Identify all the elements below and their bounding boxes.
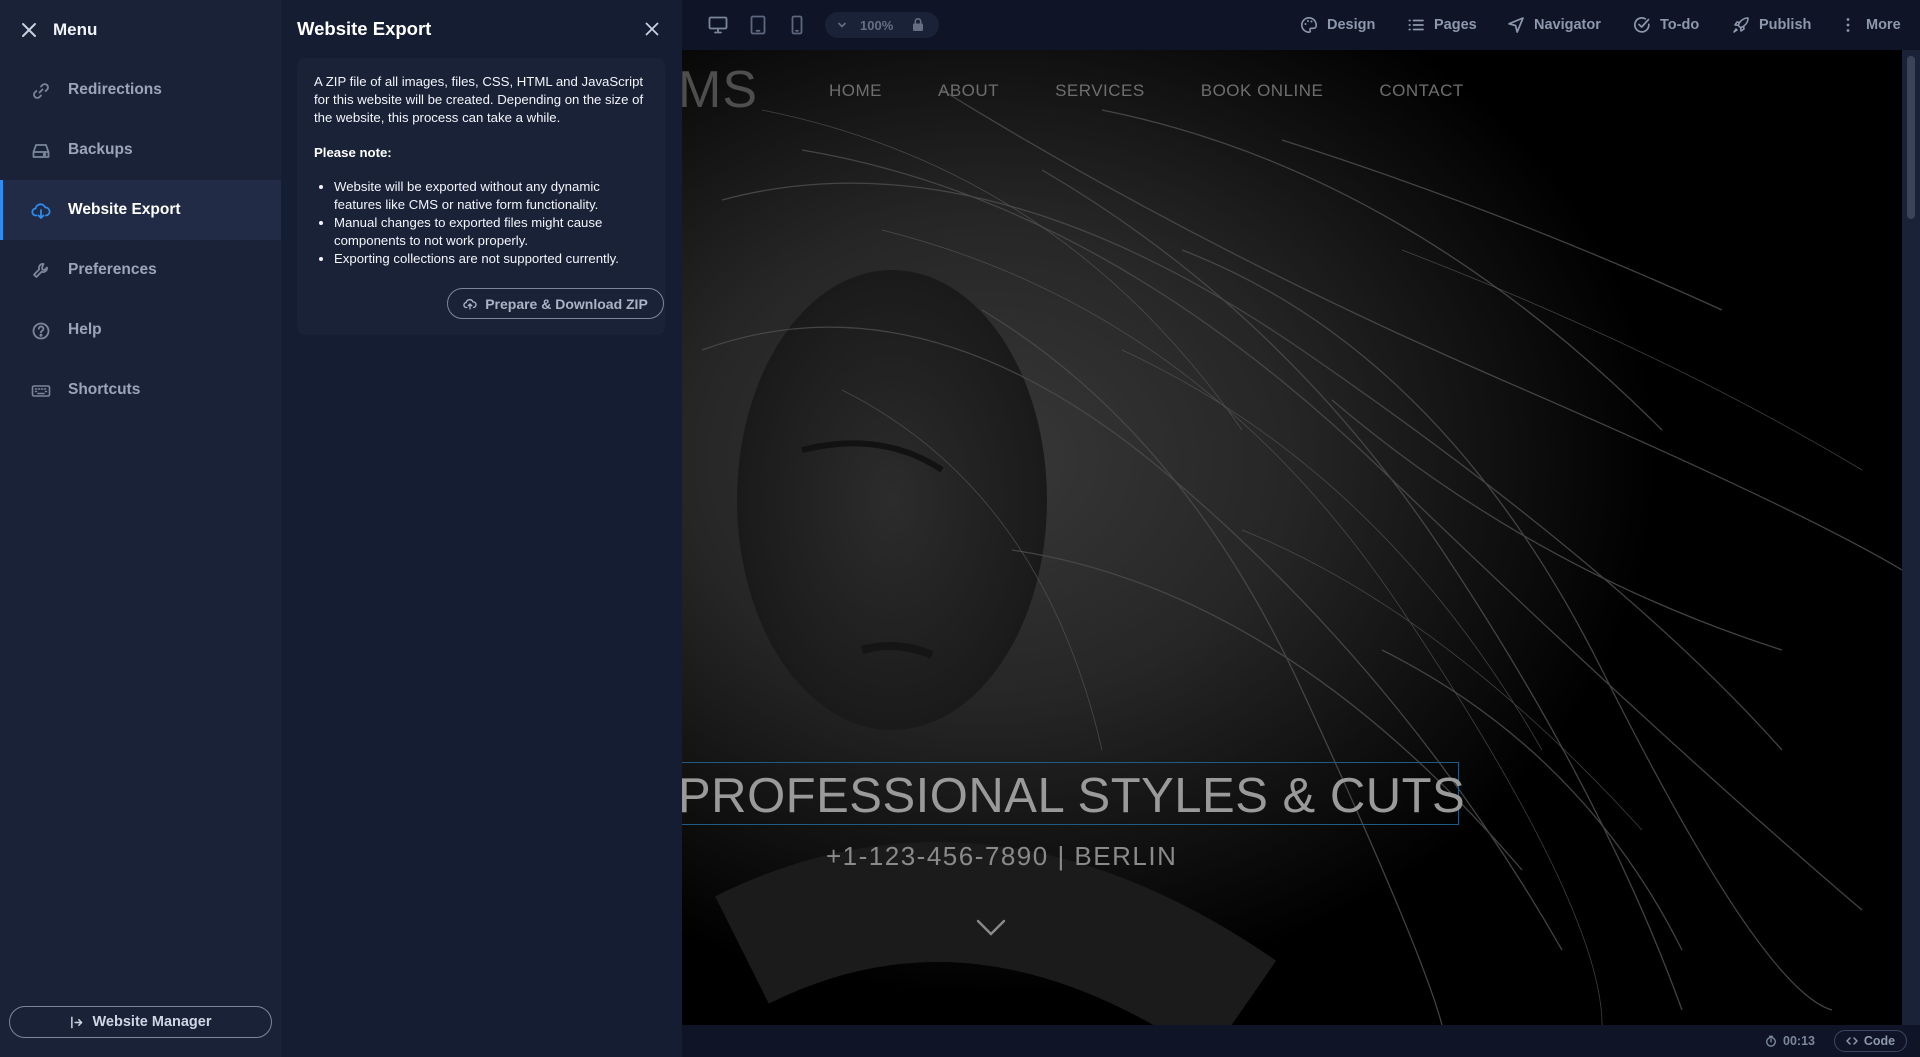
menu-item-label: Help bbox=[68, 321, 102, 338]
pages-label: Pages bbox=[1434, 17, 1477, 33]
chevron-down-icon bbox=[838, 22, 846, 28]
navigator-label: Navigator bbox=[1534, 17, 1601, 33]
notes-list: Website will be exported without any dyn… bbox=[314, 178, 648, 268]
todo-label: To-do bbox=[1660, 17, 1700, 33]
menu-item-website-export[interactable]: Website Export bbox=[0, 180, 281, 240]
list-item: Manual changes to exported files might c… bbox=[334, 214, 648, 250]
code-icon bbox=[1846, 1037, 1858, 1045]
todo-button[interactable]: To-do bbox=[1633, 0, 1699, 50]
website-canvas[interactable]: MS HOME ABOUT SERVICES BOOK ONLINE CONTA… bbox=[682, 50, 1902, 1025]
hero-title[interactable]: PROFESSIONAL STYLES & CUTS bbox=[682, 768, 1465, 824]
menu-item-backups[interactable]: Backups bbox=[0, 120, 281, 180]
cloud-upload-icon bbox=[463, 298, 477, 310]
canvas-scrollbar[interactable] bbox=[1902, 50, 1920, 1025]
more-button[interactable]: More bbox=[1839, 0, 1901, 50]
pages-button[interactable]: Pages bbox=[1407, 0, 1477, 50]
site-nav-services[interactable]: SERVICES bbox=[1055, 81, 1145, 101]
menu-item-label: Website Export bbox=[68, 201, 181, 218]
list-item: Exporting collections are not supported … bbox=[334, 250, 648, 268]
close-icon[interactable] bbox=[20, 21, 38, 39]
timer-icon bbox=[1765, 1035, 1777, 1047]
site-nav-home[interactable]: HOME bbox=[829, 81, 882, 101]
publish-label: Publish bbox=[1759, 17, 1812, 33]
design-button[interactable]: Design bbox=[1300, 0, 1375, 50]
more-vertical-icon bbox=[1846, 18, 1850, 32]
palette-icon bbox=[1301, 16, 1318, 34]
website-manager-label: Website Manager bbox=[92, 1014, 212, 1030]
menu-title: Menu bbox=[53, 20, 98, 39]
hero-background-image bbox=[682, 50, 1902, 1025]
website-manager-button[interactable]: Website Manager bbox=[9, 1006, 272, 1038]
list-item: Website will be exported without any dyn… bbox=[334, 178, 648, 214]
menu-list: Redirections Backups Website Export Pref… bbox=[0, 60, 281, 420]
zoom-level: 100% bbox=[860, 18, 894, 33]
menu-item-label: Backups bbox=[68, 141, 133, 158]
session-timer: 00:13 bbox=[1765, 1034, 1815, 1048]
hero-subtitle[interactable]: +1-123-456-7890 | BERLIN bbox=[826, 841, 1177, 872]
note-heading: Please note: bbox=[314, 145, 392, 160]
mobile-icon[interactable] bbox=[786, 14, 808, 36]
desktop-icon[interactable] bbox=[707, 14, 729, 36]
panel-title: Website Export bbox=[297, 18, 432, 39]
timer-value: 00:13 bbox=[1783, 1034, 1815, 1048]
lock-icon[interactable] bbox=[911, 17, 925, 32]
export-description: A ZIP file of all images, files, CSS, HT… bbox=[314, 74, 644, 125]
site-nav-book-online[interactable]: BOOK ONLINE bbox=[1201, 81, 1324, 101]
cloud-download-icon bbox=[31, 203, 51, 219]
menu-item-help[interactable]: Help bbox=[0, 300, 281, 360]
menu-item-preferences[interactable]: Preferences bbox=[0, 240, 281, 300]
code-label: Code bbox=[1863, 1034, 1896, 1048]
editor-toolbar: 100% Design Pages Navigator To-do Publis… bbox=[682, 0, 1920, 50]
site-nav-contact[interactable]: CONTACT bbox=[1379, 81, 1463, 101]
menu-header: Menu bbox=[0, 0, 281, 61]
site-navigation: HOME ABOUT SERVICES BOOK ONLINE CONTACT bbox=[829, 81, 1464, 101]
menu-item-redirections[interactable]: Redirections bbox=[0, 60, 281, 120]
check-circle-icon bbox=[1633, 17, 1650, 33]
design-label: Design bbox=[1327, 17, 1376, 33]
menu-item-shortcuts[interactable]: Shortcuts bbox=[0, 360, 281, 420]
navigation-arrow-icon bbox=[1508, 17, 1524, 33]
more-label: More bbox=[1866, 17, 1901, 33]
scrollbar-thumb[interactable] bbox=[1907, 56, 1915, 219]
drive-icon bbox=[32, 144, 50, 158]
navigator-button[interactable]: Navigator bbox=[1507, 0, 1601, 50]
chevron-down-icon[interactable] bbox=[975, 918, 1007, 938]
wrench-icon bbox=[33, 263, 48, 278]
link-icon bbox=[33, 83, 49, 99]
close-icon[interactable] bbox=[644, 21, 660, 37]
list-icon bbox=[1408, 19, 1424, 31]
menu-item-label: Shortcuts bbox=[68, 381, 141, 398]
rocket-icon bbox=[1733, 17, 1749, 33]
menu-item-label: Redirections bbox=[68, 81, 162, 98]
help-circle-icon bbox=[32, 322, 50, 340]
export-info-card: A ZIP file of all images, files, CSS, HT… bbox=[297, 58, 665, 335]
menu-item-label: Preferences bbox=[68, 261, 157, 278]
code-button[interactable]: Code bbox=[1834, 1030, 1907, 1052]
site-logo[interactable]: MS bbox=[682, 60, 758, 120]
editor-statusbar: 00:13 Code bbox=[682, 1025, 1920, 1057]
site-nav-about[interactable]: ABOUT bbox=[938, 81, 999, 101]
website-export-panel: Website Export A ZIP file of all images,… bbox=[281, 0, 682, 1057]
publish-button[interactable]: Publish bbox=[1732, 0, 1811, 50]
main-menu: Menu Redirections Backups Website Export… bbox=[0, 0, 281, 1057]
zoom-control[interactable]: 100% bbox=[825, 12, 939, 38]
tablet-icon[interactable] bbox=[747, 14, 769, 36]
keyboard-icon bbox=[31, 385, 51, 397]
exit-icon bbox=[70, 1016, 82, 1028]
download-label: Prepare & Download ZIP bbox=[485, 295, 648, 312]
prepare-download-zip-button[interactable]: Prepare & Download ZIP bbox=[447, 288, 664, 319]
